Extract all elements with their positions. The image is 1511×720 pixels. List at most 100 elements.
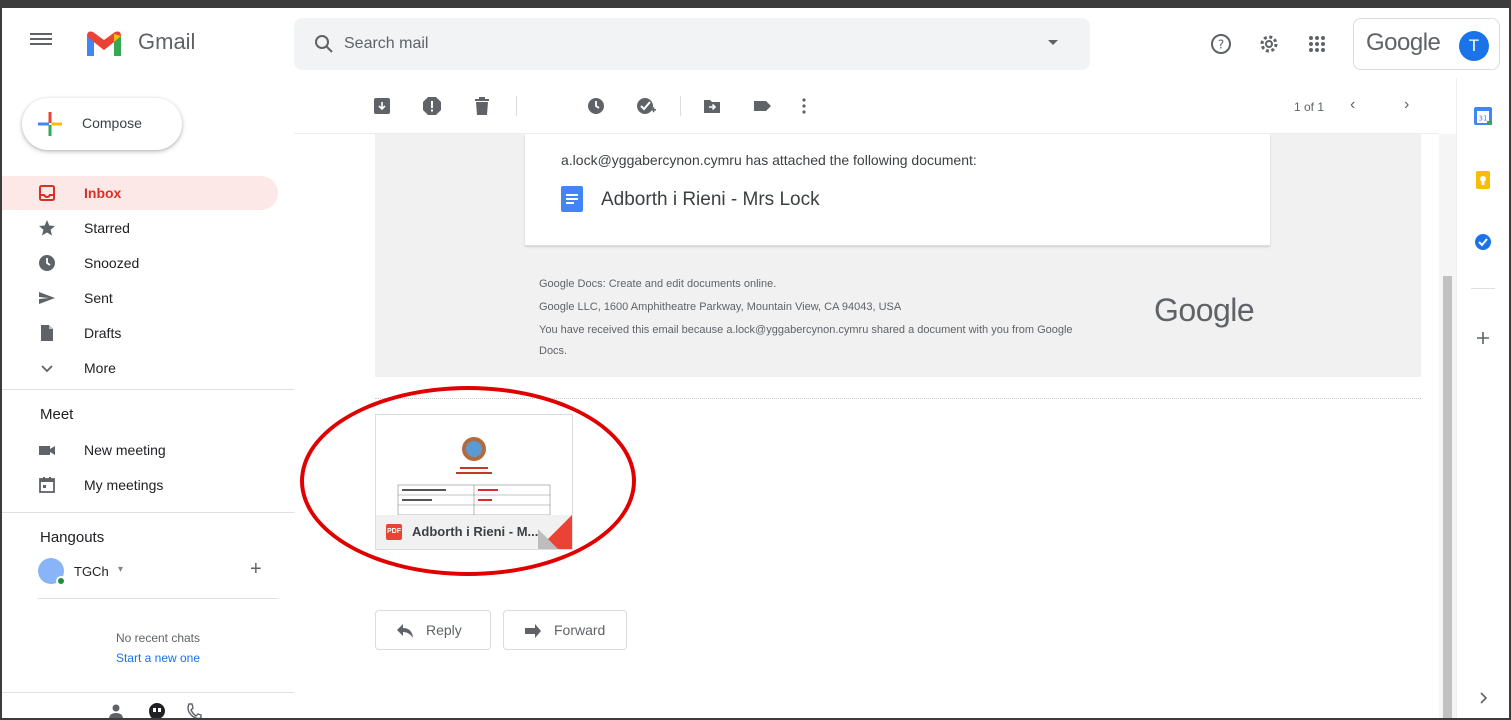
online-status-icon [56, 576, 66, 586]
snooze-icon[interactable] [586, 96, 606, 116]
pdf-corner-fold [538, 529, 558, 549]
sidebar-item-new-meeting[interactable]: New meeting [2, 433, 278, 467]
sidebar-item-label: Snoozed [84, 255, 140, 271]
sidebar-divider [38, 598, 278, 599]
caret-down-icon[interactable]: ▾ [118, 564, 123, 575]
sidebar-item-label: More [84, 360, 116, 376]
help-icon[interactable]: ? [1210, 33, 1232, 55]
message-body: a.lock@yggabercynon.cymru has attached t… [294, 134, 1439, 718]
content-scrollbar[interactable] [1439, 134, 1456, 718]
pdf-attachment[interactable]: PDF Adborth i Rieni - M... [375, 414, 573, 550]
toolbar-divider [516, 96, 517, 116]
delete-icon[interactable] [472, 96, 492, 116]
hangouts-user-name: TGCh [74, 564, 109, 579]
search-icon[interactable] [314, 34, 334, 54]
sidebar-divider [2, 389, 294, 390]
add-to-tasks-icon[interactable] [636, 96, 656, 116]
footer-line: You have received this email because a.l… [539, 324, 1073, 336]
chevron-right-icon[interactable]: › [1404, 96, 1409, 114]
search-options-icon[interactable] [1048, 40, 1058, 45]
add-chat-icon[interactable]: + [250, 558, 262, 581]
contacts-icon[interactable] [108, 702, 124, 720]
svg-text:?: ? [1218, 38, 1224, 52]
hangouts-user[interactable]: TGCh ▾ + [38, 556, 278, 586]
compose-plus-icon [38, 112, 62, 136]
side-panel: 31 [1456, 78, 1509, 718]
sidebar-item-sent[interactable]: Sent [2, 281, 278, 315]
pagination-label: 1 of 1 [1294, 100, 1325, 114]
no-recent-chats: No recent chats [115, 631, 201, 645]
calendar-icon [39, 477, 55, 493]
add-addon-icon[interactable] [1473, 328, 1493, 348]
label-icon[interactable] [752, 96, 772, 116]
main-menu-icon[interactable] [30, 30, 52, 50]
google-tasks-icon[interactable] [1473, 232, 1493, 252]
start-new-chat-link[interactable]: Start a new one [38, 651, 278, 665]
svg-text:31: 31 [1479, 115, 1488, 123]
forward-label: Forward [554, 622, 606, 638]
google-docs-icon [561, 186, 583, 212]
sidebar-item-label: Drafts [84, 325, 122, 341]
chevron-down-icon [41, 365, 53, 373]
sidebar: Compose Inbox Starred Snoozed Sent Draft… [2, 78, 294, 720]
sidebar-item-my-meetings[interactable]: My meetings [2, 468, 278, 502]
forward-button[interactable]: Forward [503, 610, 627, 650]
report-spam-icon[interactable] [422, 96, 442, 116]
archive-icon[interactable] [372, 96, 392, 116]
gmail-logo-icon[interactable] [84, 28, 124, 58]
chevron-left-icon[interactable]: ‹ [1350, 96, 1355, 114]
move-to-icon[interactable] [702, 96, 722, 116]
compose-button[interactable]: Compose [22, 98, 182, 150]
forward-icon [525, 624, 541, 638]
shared-doc-link[interactable]: Adborth i Rieni - Mrs Lock [601, 189, 820, 211]
screen-frame: Gmail ? Google T [0, 0, 1511, 720]
search-bar[interactable] [294, 18, 1090, 70]
video-camera-icon [39, 446, 55, 455]
app-name: Gmail [138, 29, 196, 54]
shared-doc-card: a.lock@yggabercynon.cymru has attached t… [525, 134, 1270, 246]
sidebar-item-drafts[interactable]: Drafts [2, 316, 278, 350]
scrollbar-thumb[interactable] [1443, 276, 1452, 718]
apps-grid-icon[interactable] [1306, 33, 1328, 55]
reply-icon [397, 624, 413, 638]
reply-label: Reply [426, 622, 462, 638]
sidebar-divider [2, 512, 294, 513]
google-footer-logo: Google [1154, 292, 1255, 328]
phone-icon[interactable] [186, 702, 202, 720]
reply-button[interactable]: Reply [375, 610, 491, 650]
star-icon [39, 220, 55, 236]
toolbar-divider [680, 96, 681, 116]
attachment-preview [376, 415, 572, 516]
sidebar-item-starred[interactable]: Starred [2, 211, 278, 245]
draft-icon [41, 325, 53, 341]
search-input[interactable] [344, 32, 1024, 56]
sidebar-item-label: Starred [84, 220, 130, 236]
sidebar-item-inbox[interactable]: Inbox [2, 176, 278, 210]
sidebar-divider [2, 692, 294, 693]
sidebar-item-label: New meeting [84, 442, 166, 458]
sidebar-item-snoozed[interactable]: Snoozed [2, 246, 278, 280]
send-icon [39, 292, 55, 304]
sidebar-item-label: Sent [84, 290, 113, 306]
message-toolbar: 1 of 1 ‹ › [294, 78, 1439, 134]
message-separator [375, 398, 1421, 399]
meet-section-title: Meet [40, 406, 74, 423]
google-calendar-icon[interactable]: 31 [1473, 106, 1493, 126]
hangouts-chat-icon[interactable] [148, 702, 166, 720]
attached-notice: a.lock@yggabercynon.cymru has attached t… [561, 152, 977, 168]
expand-panel-icon[interactable] [1473, 688, 1493, 708]
clock-icon [39, 255, 55, 271]
account-switcher[interactable]: Google T [1353, 18, 1500, 70]
hangouts-section-title: Hangouts [40, 529, 105, 546]
sidebar-item-label: My meetings [84, 477, 164, 493]
google-keep-icon[interactable] [1473, 170, 1493, 190]
top-header: Gmail ? Google T [2, 8, 1509, 78]
sidebar-item-label: Inbox [84, 185, 122, 201]
settings-icon[interactable] [1258, 33, 1280, 55]
sidebar-item-more[interactable]: More [2, 351, 278, 385]
compose-label: Compose [82, 115, 142, 131]
account-avatar[interactable]: T [1459, 31, 1489, 61]
pdf-icon: PDF [386, 524, 402, 540]
google-brand: Google [1366, 29, 1441, 56]
more-vert-icon[interactable] [794, 96, 814, 116]
